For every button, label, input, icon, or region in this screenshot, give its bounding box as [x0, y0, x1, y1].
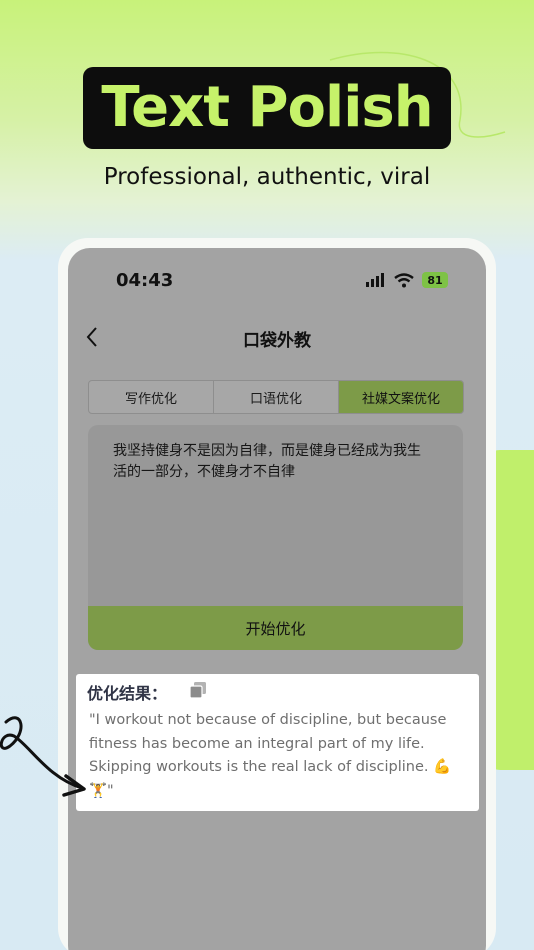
battery-icon: 81 — [422, 272, 448, 288]
copy-icon[interactable] — [189, 681, 207, 699]
tab-bar: 写作优化 口语优化 社媒文案优化 — [88, 380, 464, 414]
result-card: 优化结果： "I workout not because of discipli… — [76, 674, 479, 811]
start-optimize-button[interactable]: 开始优化 — [88, 606, 463, 650]
signal-icon — [366, 273, 384, 287]
input-card: 我坚持健身不是因为自律，而是健身已经成为我生活的一部分，不健身才不自律 开始优化 — [88, 425, 463, 650]
tab-social-media[interactable]: 社媒文案优化 — [339, 381, 463, 413]
battery-level: 81 — [427, 273, 443, 287]
hero-title: Text Polish — [101, 75, 433, 140]
tab-writing[interactable]: 写作优化 — [89, 381, 214, 413]
result-text: "I workout not because of discipline, bu… — [89, 712, 452, 799]
tab-speaking[interactable]: 口语优化 — [214, 381, 339, 413]
phone-screen: 04:43 81 口袋外教 写作优化 口语优化 社媒文案优化 我坚持健身不是因为… — [68, 248, 486, 950]
wifi-icon — [394, 272, 414, 287]
hero-subtitle: Professional, authentic, viral — [103, 164, 431, 190]
status-time: 04:43 — [116, 270, 174, 291]
status-icons: 81 — [366, 272, 448, 288]
input-textarea[interactable]: 我坚持健身不是因为自律，而是健身已经成为我生活的一部分，不健身才不自律 — [113, 441, 433, 483]
decorative-arrow-icon — [0, 716, 86, 797]
page-title: 口袋外教 — [243, 331, 311, 351]
hero-badge: Text Polish — [83, 67, 451, 149]
